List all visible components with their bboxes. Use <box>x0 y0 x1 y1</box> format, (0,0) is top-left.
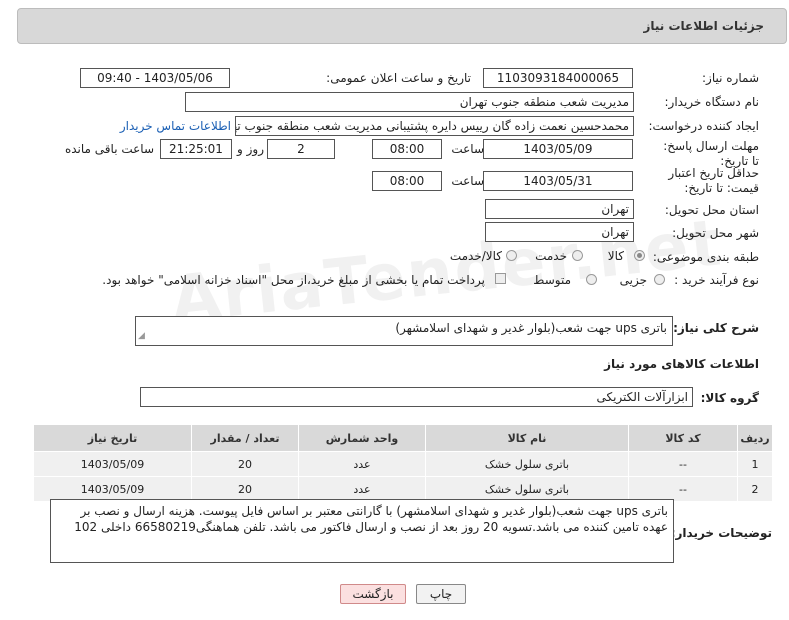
table-row: 1 -- باتری سلول خشک عدد 20 1403/05/09 <box>33 451 773 477</box>
process-option-minor: جزیی <box>619 273 647 287</box>
buyer-org-label: نام دستگاه خریدار: <box>664 95 760 109</box>
col-header-unit: واحد شمارش <box>298 424 426 452</box>
category-option-goods: کالا <box>607 249 624 263</box>
cell-quantity: 20 <box>191 476 299 502</box>
print-button[interactable]: چاپ <box>416 584 466 604</box>
buyer-notes-text: باتری ups جهت شعب(بلوار غدیر و شهدای اسل… <box>74 504 668 534</box>
goods-group-label: گروه کالا: <box>700 391 759 405</box>
cell-need-date: 1403/05/09 <box>33 476 192 502</box>
buyer-notes-field: باتری ups جهت شعب(بلوار غدیر و شهدای اسل… <box>50 499 674 563</box>
cell-row-number: 1 <box>737 451 773 477</box>
col-header-name: نام کالا <box>425 424 629 452</box>
reply-time-label: ساعت <box>451 142 484 156</box>
page-header: جزئیات اطلاعات نیاز <box>17 8 787 44</box>
treasury-payment-checkbox[interactable] <box>495 273 506 284</box>
col-header-need-date: تاریخ نیاز <box>33 424 192 452</box>
cell-unit: عدد <box>298 476 426 502</box>
goods-table-header-row: ردیف کد کالا نام کالا واحد شمارش تعداد /… <box>33 424 773 452</box>
description-text: باتری ups جهت شعب(بلوار غدیر و شهدای اسل… <box>395 321 667 335</box>
category-radio-goods-service[interactable] <box>506 250 517 261</box>
announce-label: تاریخ و ساعت اعلان عمومی: <box>326 71 471 85</box>
goods-section-title: اطلاعات کالاهای مورد نیاز <box>604 357 759 371</box>
category-radio-service[interactable] <box>572 250 583 261</box>
reply-date-field: 1403/05/09 <box>483 139 633 159</box>
buyer-notes-label: توضیحات خریدار: <box>670 526 772 540</box>
category-radio-goods[interactable] <box>634 250 645 261</box>
goods-group-field: ابزارآلات الکتریکی <box>140 387 693 407</box>
table-row: 2 -- باتری سلول خشک عدد 20 1403/05/09 <box>33 476 773 502</box>
days-label: روز و <box>237 142 264 156</box>
cell-name: باتری سلول خشک <box>425 476 629 502</box>
creator-field: محمدحسین نعمت زاده گان رییس دایره پشتیبا… <box>235 116 634 136</box>
cell-code: -- <box>628 476 738 502</box>
price-date-field: 1403/05/31 <box>483 171 633 191</box>
col-header-code: کد کالا <box>628 424 738 452</box>
need-number-label: شماره نیاز: <box>702 71 759 85</box>
price-time-label: ساعت <box>451 174 484 188</box>
page-title: جزئیات اطلاعات نیاز <box>643 19 764 33</box>
days-field: 2 <box>267 139 335 159</box>
treasury-payment-note: پرداخت تمام یا بخشی از مبلغ خرید،از محل … <box>102 273 485 287</box>
description-field: باتری ups جهت شعب(بلوار غدیر و شهدای اسل… <box>135 316 673 346</box>
cell-row-number: 2 <box>737 476 773 502</box>
back-button[interactable]: بازگشت <box>340 584 406 604</box>
description-label: شرح کلی نیاز: <box>673 321 759 335</box>
process-radio-minor[interactable] <box>654 274 665 285</box>
province-label: استان محل تحویل: <box>664 203 759 217</box>
col-header-quantity: تعداد / مقدار <box>191 424 299 452</box>
city-label: شهر محل تحویل: <box>672 226 759 240</box>
process-label: نوع فرآیند خرید : <box>674 273 759 287</box>
category-option-goods-service: کالا/خدمت <box>449 249 502 263</box>
process-option-medium: متوسط <box>533 273 571 287</box>
need-number-field: 1103093184000065 <box>483 68 633 88</box>
goods-table: ردیف کد کالا نام کالا واحد شمارش تعداد /… <box>33 424 773 502</box>
category-label: طبقه بندی موضوعی: <box>652 250 759 264</box>
category-option-service: خدمت <box>535 249 567 263</box>
province-field: تهران <box>485 199 634 219</box>
reply-time-field: 08:00 <box>372 139 442 159</box>
buyer-org-field: مدیریت شعب منطقه جنوب تهران <box>185 92 634 112</box>
resize-grip-icon[interactable]: ◢ <box>138 328 145 344</box>
cell-unit: عدد <box>298 451 426 477</box>
remaining-time-field: 21:25:01 <box>160 139 232 159</box>
contact-info-link[interactable]: اطلاعات تماس خریدار <box>120 119 231 133</box>
announce-field: 1403/05/06 - 09:40 <box>80 68 230 88</box>
price-validity-label: حداقل تاریخ اعتبار قیمت: تا تاریخ: <box>668 166 759 195</box>
process-radio-medium[interactable] <box>586 274 597 285</box>
reply-deadline-label: مهلت ارسال پاسخ: تا تاریخ: <box>663 139 759 168</box>
price-time-field: 08:00 <box>372 171 442 191</box>
creator-label: ایجاد کننده درخواست: <box>648 119 759 133</box>
cell-code: -- <box>628 451 738 477</box>
cell-name: باتری سلول خشک <box>425 451 629 477</box>
cell-quantity: 20 <box>191 451 299 477</box>
col-header-row-number: ردیف <box>737 424 773 452</box>
city-field: تهران <box>485 222 634 242</box>
cell-need-date: 1403/05/09 <box>33 451 192 477</box>
remaining-label: ساعت باقی مانده <box>64 142 154 156</box>
